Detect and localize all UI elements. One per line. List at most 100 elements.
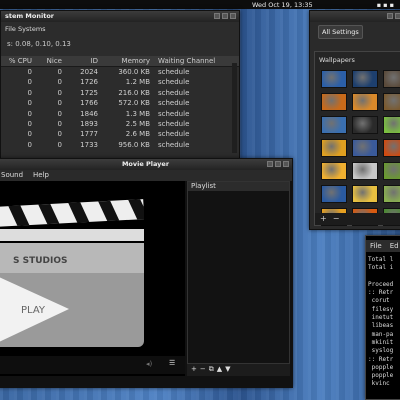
table-row[interactable]: 0 0 1766 572.0 KB schedule xyxy=(1,98,239,108)
system-monitor-titlebar[interactable]: stem Monitor xyxy=(1,11,239,22)
cell-wait: schedule xyxy=(158,88,190,97)
wallpaper-thumbnail[interactable] xyxy=(352,70,378,88)
wallpaper-thumbnail[interactable] xyxy=(352,185,378,203)
system-monitor-window: stem Monitor File Systems s: 0.08, 0.10,… xyxy=(0,10,240,160)
minimize-button[interactable] xyxy=(267,161,273,167)
wallpaper-thumbnail[interactable] xyxy=(383,116,400,134)
cell-wait: schedule xyxy=(158,68,190,76)
cell-memory: 572.0 KB xyxy=(118,99,150,108)
studios-text: S STUDIOS xyxy=(13,256,68,266)
wallpaper-thumbnail[interactable] xyxy=(383,70,400,88)
table-row[interactable]: 0 0 1893 2.5 MB schedule xyxy=(1,119,239,129)
terminal-line: Total i xyxy=(368,264,394,272)
all-settings-button[interactable]: All Settings xyxy=(318,25,363,39)
wallpaper-grid xyxy=(321,70,400,226)
cell-id: 1726 xyxy=(80,78,98,87)
table-row[interactable]: 0 0 1725 216.0 KB schedule xyxy=(1,88,239,98)
wallpaper-thumbnail[interactable] xyxy=(352,139,378,157)
close-button[interactable] xyxy=(230,13,236,19)
wallpaper-thumbnail[interactable] xyxy=(352,116,378,134)
wallpaper-thumbnail[interactable] xyxy=(383,93,400,111)
settings-titlebar[interactable] xyxy=(310,11,400,22)
wallpaper-thumbnail[interactable] xyxy=(383,185,400,203)
col-memory[interactable]: Memory xyxy=(104,56,154,66)
wallpaper-thumbnail[interactable] xyxy=(321,162,347,180)
terminal-output[interactable]: Total l Total i Proceed:: Retr corut files… xyxy=(366,252,400,393)
playlist-panel: Playlist xyxy=(187,181,290,364)
close-button[interactable] xyxy=(283,161,289,167)
remove-wallpaper-button[interactable]: − xyxy=(333,214,346,223)
table-row[interactable]: 0 0 1777 2.6 MB schedule xyxy=(1,129,239,139)
table-row[interactable]: 0 0 1726 1.2 MB schedule xyxy=(1,77,239,87)
wallpaper-thumbnail[interactable] xyxy=(383,139,400,157)
scrollbar[interactable] xyxy=(232,63,237,153)
wallpaper-thumbnail[interactable] xyxy=(321,93,347,111)
terminal-menubar: File Ed xyxy=(366,240,400,252)
cell-wait: schedule xyxy=(158,130,190,139)
wallpaper-thumbnail[interactable] xyxy=(321,139,347,157)
window-title: stem Monitor xyxy=(5,12,54,20)
col-nice[interactable]: Nice xyxy=(36,56,66,66)
terminal-line: popple xyxy=(368,363,394,371)
tab-file-systems[interactable]: File Systems xyxy=(5,25,46,33)
menu-sound[interactable]: Sound xyxy=(1,170,23,181)
table-row[interactable]: 0 0 2024 360.0 KB schedule xyxy=(1,67,239,77)
col-id[interactable]: ID xyxy=(66,56,104,66)
cell-id: 1766 xyxy=(80,99,98,108)
cell-cpu: 0 xyxy=(27,119,32,128)
terminal-line: libeas xyxy=(368,322,394,330)
terminal-line: filesy xyxy=(368,305,394,313)
show-playlist-icon[interactable]: ☰ xyxy=(169,359,175,367)
cell-cpu: 0 xyxy=(27,140,32,149)
maximize-button[interactable] xyxy=(275,161,281,167)
wallpaper-thumbnail[interactable] xyxy=(383,162,400,180)
cell-nice: 0 xyxy=(57,68,62,76)
menu-help[interactable]: Help xyxy=(33,170,49,181)
add-icon[interactable]: + xyxy=(191,365,200,373)
video-area[interactable]: S STUDIOS PLAY xyxy=(0,181,185,376)
menu-edit[interactable]: Ed xyxy=(390,242,399,250)
wallpapers-title: Wallpapers xyxy=(319,56,355,64)
movie-player-titlebar[interactable]: Movie Player xyxy=(0,159,292,170)
close-button[interactable] xyxy=(395,13,400,19)
move-down-icon[interactable]: ▼ xyxy=(225,365,233,373)
table-row[interactable]: 0 0 1846 1.3 MB schedule xyxy=(1,109,239,119)
wallpaper-thumbnail[interactable] xyxy=(352,93,378,111)
minimize-button[interactable] xyxy=(387,13,393,19)
cell-nice: 0 xyxy=(57,130,62,139)
terminal-line: :: Retr xyxy=(368,289,394,297)
wallpaper-toolbar: +− xyxy=(315,213,400,225)
wallpapers-panel: Wallpapers +− xyxy=(314,51,400,226)
top-panel: Wed Oct 19, 13:35 ▪▪▪ xyxy=(0,0,400,9)
play-text: PLAY xyxy=(21,305,46,316)
wallpaper-thumbnail[interactable] xyxy=(321,116,347,134)
copy-icon[interactable]: ⧉ xyxy=(209,365,217,373)
wallpaper-thumbnail[interactable] xyxy=(321,70,347,88)
minimize-button[interactable] xyxy=(214,13,220,19)
terminal-line: Proceed xyxy=(368,280,394,288)
cell-id: 1733 xyxy=(80,140,98,149)
remove-icon[interactable]: − xyxy=(200,365,209,373)
cell-memory: 2.5 MB xyxy=(125,119,150,128)
col-cpu[interactable]: % CPU xyxy=(1,56,36,66)
col-waiting-channel[interactable]: Waiting Channel xyxy=(154,56,239,66)
terminal-line: Total l xyxy=(368,256,394,263)
cell-cpu: 0 xyxy=(27,99,32,108)
cell-nice: 0 xyxy=(57,78,62,87)
wallpaper-thumbnail[interactable] xyxy=(352,162,378,180)
volume-icon[interactable]: ◂) xyxy=(146,360,152,368)
cell-nice: 0 xyxy=(57,88,62,97)
table-row[interactable]: 0 0 1733 956.0 KB schedule xyxy=(1,140,239,150)
add-wallpaper-button[interactable]: + xyxy=(320,214,333,223)
menu-file[interactable]: File xyxy=(370,242,382,250)
status-icons[interactable]: ▪▪▪ xyxy=(377,1,396,9)
clock[interactable]: Wed Oct 19, 13:35 xyxy=(252,1,313,9)
wallpaper-thumbnail[interactable] xyxy=(321,185,347,203)
maximize-button[interactable] xyxy=(222,13,228,19)
cell-id: 1725 xyxy=(80,88,98,97)
terminal-window: File Ed Total l Total i Proceed:: Retr cor… xyxy=(365,235,400,400)
terminal-line: :: Retr xyxy=(368,355,394,363)
move-up-icon[interactable]: ▲ xyxy=(217,365,225,373)
terminal-line: inetut xyxy=(368,314,394,322)
